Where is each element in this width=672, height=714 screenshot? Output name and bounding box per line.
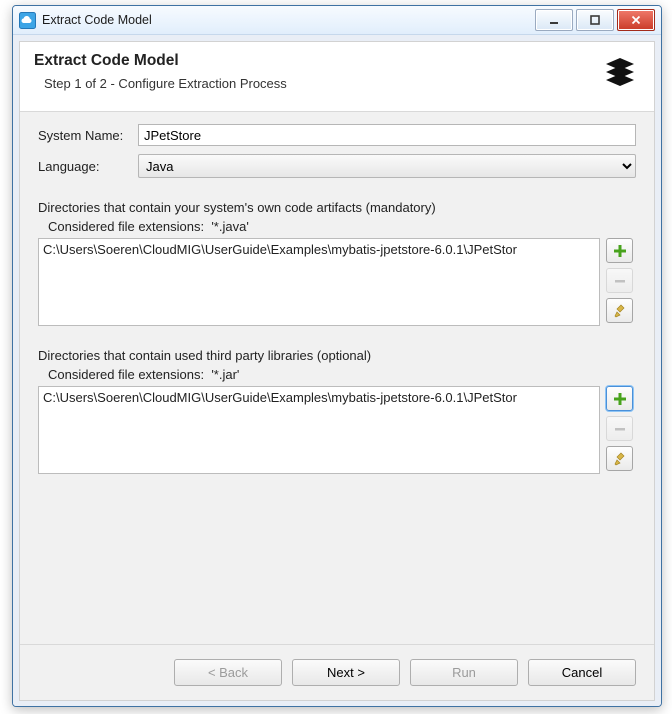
language-label: Language: bbox=[38, 159, 138, 174]
dialog-content: Extract Code Model Step 1 of 2 - Configu… bbox=[19, 41, 655, 701]
third-party-dir-list[interactable]: C:\Users\Soeren\CloudMIG\UserGuide\Examp… bbox=[38, 386, 600, 474]
third-party-add-button[interactable] bbox=[606, 386, 633, 411]
system-name-input[interactable] bbox=[138, 124, 636, 146]
system-name-label: System Name: bbox=[38, 128, 138, 143]
list-item[interactable]: C:\Users\Soeren\CloudMIG\UserGuide\Examp… bbox=[43, 389, 595, 406]
minus-icon bbox=[613, 274, 627, 288]
minus-icon bbox=[613, 422, 627, 436]
dialog-body: System Name: Language: Java Directories … bbox=[20, 112, 654, 644]
own-code-remove-button[interactable] bbox=[606, 268, 633, 293]
cancel-button[interactable]: Cancel bbox=[528, 659, 636, 686]
window-title: Extract Code Model bbox=[42, 13, 152, 27]
next-button[interactable]: Next > bbox=[292, 659, 400, 686]
minimize-button[interactable] bbox=[535, 9, 573, 31]
back-button[interactable]: < Back bbox=[174, 659, 282, 686]
dialog-footer: < Back Next > Run Cancel bbox=[20, 644, 654, 700]
outer-frame: Extract Code Model Step 1 of 2 - Configu… bbox=[13, 35, 661, 707]
header-subtitle: Step 1 of 2 - Configure Extraction Proce… bbox=[44, 76, 600, 91]
broom-icon bbox=[613, 452, 627, 466]
dialog-window: Extract Code Model Extract Code Model St… bbox=[12, 5, 662, 707]
third-party-remove-button[interactable] bbox=[606, 416, 633, 441]
list-item[interactable]: C:\Users\Soeren\CloudMIG\UserGuide\Examp… bbox=[43, 241, 595, 258]
layers-icon bbox=[600, 54, 640, 97]
own-code-clear-button[interactable] bbox=[606, 298, 633, 323]
third-party-clear-button[interactable] bbox=[606, 446, 633, 471]
own-code-ext-value: '*.java' bbox=[211, 219, 248, 234]
own-code-dir-list[interactable]: C:\Users\Soeren\CloudMIG\UserGuide\Examp… bbox=[38, 238, 600, 326]
maximize-button[interactable] bbox=[576, 9, 614, 31]
broom-icon bbox=[613, 304, 627, 318]
own-code-ext-label: Considered file extensions: bbox=[48, 219, 204, 234]
window-buttons bbox=[532, 9, 655, 31]
own-code-title: Directories that contain your system's o… bbox=[38, 200, 636, 215]
third-party-ext-value: '*.jar' bbox=[211, 367, 239, 382]
run-button[interactable]: Run bbox=[410, 659, 518, 686]
own-code-section: Directories that contain your system's o… bbox=[38, 200, 636, 326]
title-bar[interactable]: Extract Code Model bbox=[13, 6, 661, 35]
header-title: Extract Code Model bbox=[34, 52, 600, 70]
plus-icon bbox=[613, 392, 627, 406]
language-select[interactable]: Java bbox=[138, 154, 636, 178]
third-party-ext-label: Considered file extensions: bbox=[48, 367, 204, 382]
third-party-section: Directories that contain used third part… bbox=[38, 348, 636, 474]
own-code-add-button[interactable] bbox=[606, 238, 633, 263]
third-party-title: Directories that contain used third part… bbox=[38, 348, 636, 363]
app-cloud-icon bbox=[19, 12, 36, 29]
close-button[interactable] bbox=[617, 9, 655, 31]
plus-icon bbox=[613, 244, 627, 258]
dialog-header: Extract Code Model Step 1 of 2 - Configu… bbox=[20, 42, 654, 112]
